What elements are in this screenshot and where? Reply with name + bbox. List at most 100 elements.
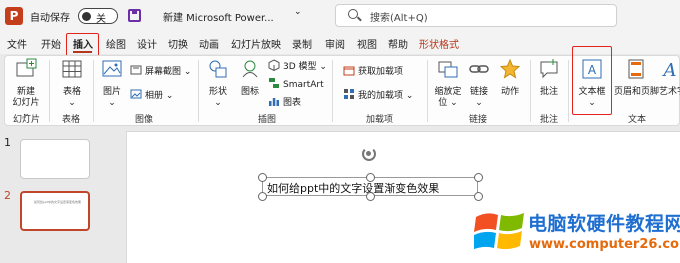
save-icon[interactable] — [128, 9, 141, 22]
tab-slideshow[interactable]: 幻灯片放映 — [231, 36, 281, 51]
shapes-icon — [209, 60, 227, 78]
3d-model-button[interactable]: 3D 模型 ⌄ — [268, 59, 327, 72]
tab-design[interactable]: 设计 — [137, 36, 157, 51]
table-icon — [62, 60, 82, 78]
group-label-table: 表格 — [62, 115, 81, 125]
windows-logo-icon — [474, 213, 524, 250]
header-footer-button[interactable]: 页眉和页脚 — [614, 58, 660, 98]
slide-number: 1 — [4, 136, 11, 149]
new-slide-label: 新建 — [16, 87, 35, 97]
search-icon — [348, 9, 358, 19]
group-separator — [49, 60, 50, 122]
picture-label: 图片 — [102, 87, 121, 97]
wordart-label: 艺术字 — [659, 87, 680, 97]
link-icon — [469, 65, 489, 73]
comment-icon — [540, 59, 558, 79]
action-label: 动作 — [500, 87, 519, 97]
table-chevron: ⌄ — [68, 98, 76, 108]
new-slide-icon — [16, 58, 37, 77]
comment-button[interactable]: 批注 — [536, 58, 562, 98]
cube-icon — [268, 59, 280, 71]
store-icon — [343, 66, 355, 76]
album-icon — [130, 89, 142, 99]
zoom-label-2: 位 ⌄ — [438, 98, 458, 108]
svg-text:A: A — [662, 60, 677, 80]
tab-help[interactable]: 帮助 — [388, 36, 408, 51]
tab-shape-format[interactable]: 形状格式 — [419, 36, 459, 51]
shapes-label: 形状 — [208, 87, 227, 97]
group-label-slides: 幻灯片 — [13, 115, 41, 125]
smartart-icon — [269, 78, 279, 88]
tab-home[interactable]: 开始 — [41, 36, 61, 51]
header-footer-icon — [628, 59, 644, 79]
link-label: 链接 — [469, 87, 488, 97]
link-chevron: ⌄ — [475, 98, 483, 108]
highlight-textbox-button — [572, 46, 612, 115]
chart-button[interactable]: 图表 — [268, 95, 301, 108]
picture-chevron: ⌄ — [108, 98, 116, 108]
tab-animations[interactable]: 动画 — [199, 36, 219, 51]
search-box[interactable]: 搜索(Alt+Q) — [335, 4, 617, 27]
resize-handle[interactable] — [258, 192, 267, 201]
link-button[interactable]: 链接 ⌄ — [466, 58, 492, 109]
group-label-comments: 批注 — [540, 115, 559, 125]
autosave-label: 自动保存 — [30, 13, 70, 24]
group-label-links: 链接 — [469, 115, 488, 125]
group-separator — [332, 60, 333, 122]
smartart-button[interactable]: SmartArt — [268, 77, 324, 90]
chart-label: 图表 — [283, 98, 302, 108]
comment-label: 批注 — [539, 87, 558, 97]
resize-handle[interactable] — [474, 173, 483, 182]
header-footer-label: 页眉和页脚 — [614, 87, 660, 97]
resize-handle[interactable] — [366, 173, 375, 182]
tab-record[interactable]: 录制 — [292, 36, 312, 51]
rotate-handle-icon[interactable] — [362, 147, 376, 161]
icons-button[interactable]: 图标 — [237, 58, 263, 98]
group-separator — [530, 60, 531, 122]
get-addins-button[interactable]: 获取加载项 — [343, 64, 403, 77]
tab-review[interactable]: 审阅 — [325, 36, 345, 51]
tab-view[interactable]: 视图 — [357, 36, 377, 51]
table-label: 表格 — [62, 87, 81, 97]
screenshot-button[interactable]: 屏幕截图 ⌄ — [130, 64, 191, 77]
zoom-button[interactable]: 缩放定 位 ⌄ — [433, 58, 463, 109]
get-addins-label: 获取加载项 — [358, 67, 404, 77]
screenshot-label: 屏幕截图 ⌄ — [145, 67, 192, 77]
table-button[interactable]: 表格 ⌄ — [57, 58, 87, 109]
tab-transitions[interactable]: 切换 — [168, 36, 188, 51]
action-button[interactable]: 动作 — [497, 58, 523, 98]
picture-button[interactable]: 图片 ⌄ — [99, 58, 125, 109]
watermark-url: www.computer26.com — [529, 237, 680, 252]
resize-handle[interactable] — [258, 173, 267, 182]
shapes-button[interactable]: 形状 ⌄ — [205, 58, 231, 109]
textbox-text[interactable]: 如何给ppt中的文字设置渐变色效果 — [267, 180, 439, 196]
new-slide-button[interactable]: 新建 幻灯片 ⌄ — [8, 58, 44, 120]
smartart-label: SmartArt — [283, 80, 324, 90]
icons-icon — [242, 60, 258, 78]
toggle-knob — [82, 12, 91, 21]
chart-icon — [269, 98, 279, 106]
tab-draw[interactable]: 绘图 — [106, 36, 126, 51]
3d-model-label: 3D 模型 ⌄ — [283, 62, 327, 72]
shapes-chevron: ⌄ — [214, 98, 222, 108]
title-bar: P 自动保存 关 新建 Microsoft Power... ⌄ 搜索(Alt+… — [0, 0, 680, 31]
slide-number: 2 — [4, 189, 11, 202]
autosave-state: 关 — [96, 14, 106, 25]
powerpoint-logo-icon: P — [5, 7, 23, 25]
autosave-toggle[interactable]: 关 — [78, 8, 118, 25]
slide-thumbnail-1[interactable] — [20, 139, 90, 179]
search-placeholder: 搜索(Alt+Q) — [370, 13, 428, 24]
resize-handle[interactable] — [474, 192, 483, 201]
zoom-label: 缩放定 — [434, 87, 462, 97]
slide-thumbnail-2[interactable]: 如何给ppt中的文字设置渐变色效果 — [20, 191, 90, 231]
wordart-button[interactable]: A 艺术字 — [659, 58, 680, 98]
document-title[interactable]: 新建 Microsoft Power... — [163, 9, 274, 24]
picture-icon — [102, 60, 122, 77]
tab-file[interactable]: 文件 — [7, 36, 27, 51]
my-addins-button[interactable]: 我的加载项 ⌄ — [343, 88, 413, 101]
album-button[interactable]: 相册 ⌄ — [130, 88, 173, 101]
group-separator — [568, 60, 569, 122]
chevron-down-icon[interactable]: ⌄ — [294, 7, 302, 17]
resize-handle[interactable] — [366, 192, 375, 201]
group-separator — [93, 60, 94, 122]
